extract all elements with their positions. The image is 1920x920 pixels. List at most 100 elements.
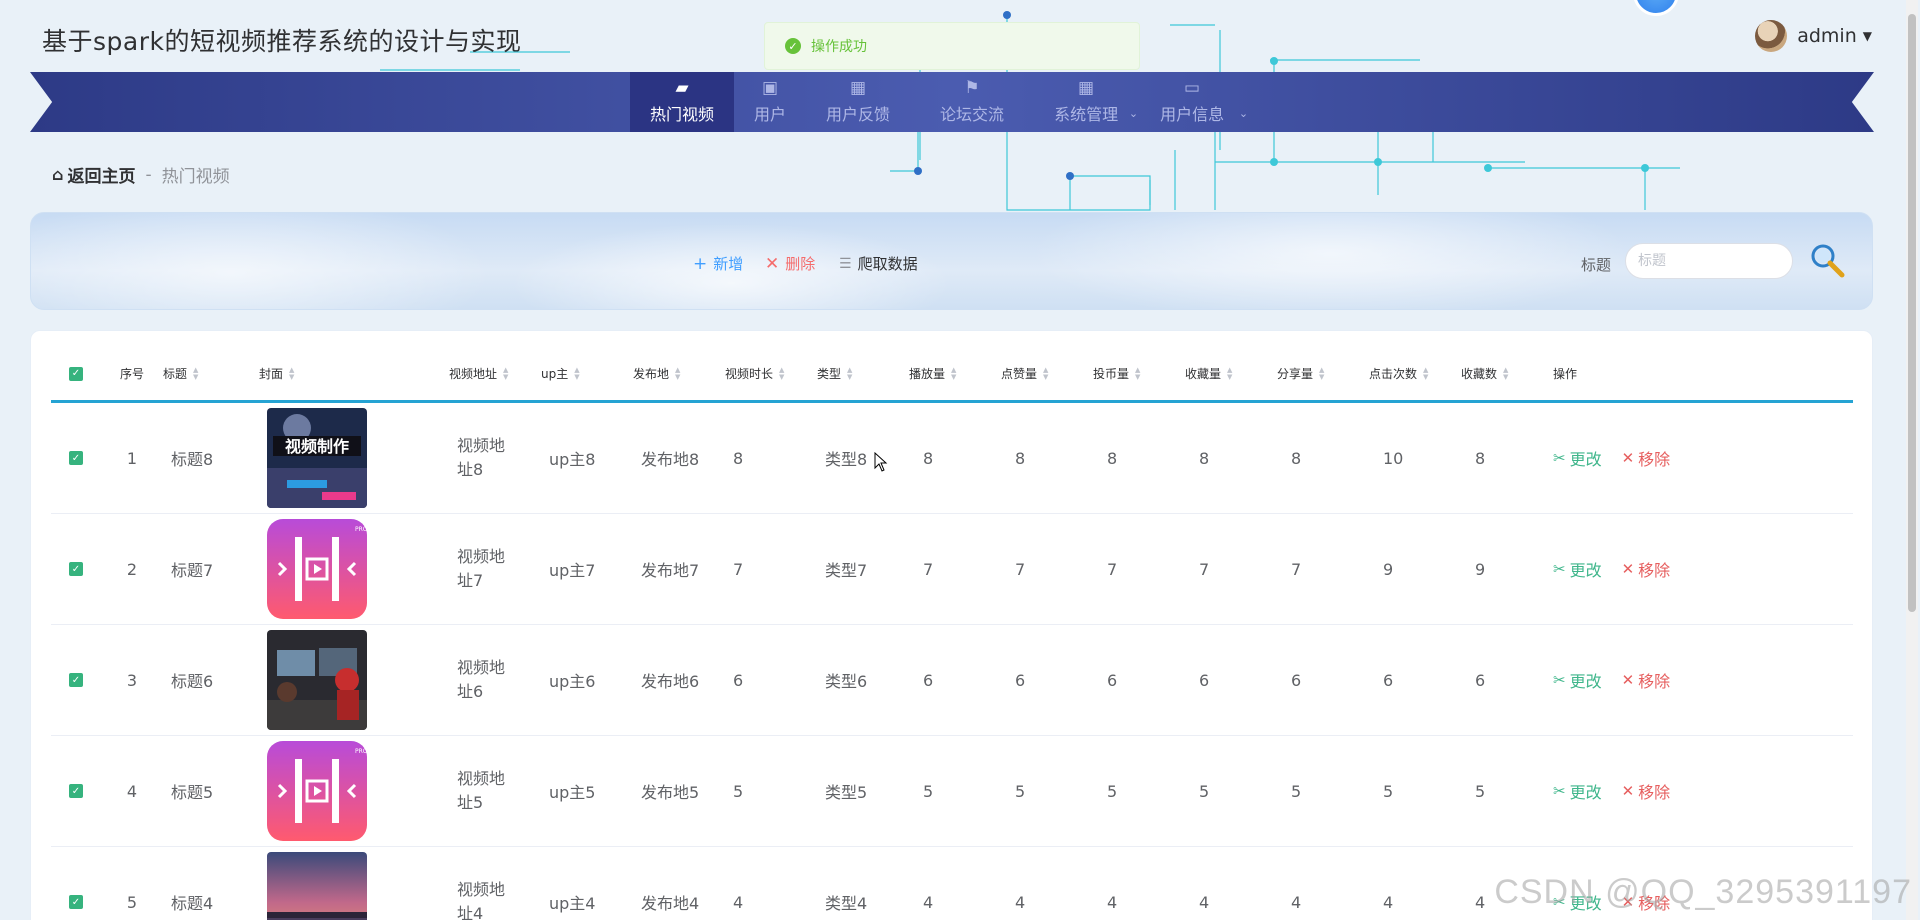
sort-icon: ▲ ▼ <box>1135 365 1141 381</box>
header-location[interactable]: 发布地 ▲ ▼ <box>633 347 725 400</box>
nav-item-feedback[interactable]: ▦ 用户反馈 <box>806 72 910 132</box>
remove-button[interactable]: ✕ 移除 <box>1622 557 1671 581</box>
close-icon: ✕ <box>1621 671 1635 689</box>
row-checkbox[interactable]: ✓ <box>51 403 101 513</box>
crawl-button[interactable]: ☰ 爬取数据 <box>839 253 918 274</box>
pink-app-icon: PRO <box>267 519 367 619</box>
remove-button[interactable]: ✕ 移除 <box>1622 446 1671 470</box>
row-click: 5 <box>1383 781 1394 801</box>
search-icon[interactable] <box>1807 241 1847 281</box>
row-like: 7 <box>1015 559 1026 579</box>
scrollbar-thumb[interactable] <box>1908 14 1916 612</box>
flag-icon: ⚑ <box>964 78 980 98</box>
row-checkbox[interactable]: ✓ <box>51 625 101 735</box>
header-clicks[interactable]: 点击次数 ▲ ▼ <box>1369 347 1461 400</box>
checkbox-checked-icon: ✓ <box>69 673 83 687</box>
user-menu[interactable]: admin ▼ <box>1755 20 1872 52</box>
database-icon: ☰ <box>839 255 852 272</box>
row-coin: 4 <box>1107 892 1118 912</box>
row-duration: 8 <box>733 448 744 468</box>
row-title: 标题5 <box>171 783 214 802</box>
crawl-label: 爬取数据 <box>857 255 918 273</box>
mouse-cursor-icon <box>874 452 888 472</box>
header-type[interactable]: 类型 ▲ ▼ <box>817 347 909 400</box>
row-up: up主8 <box>549 450 596 469</box>
header-url[interactable]: 视频地址 ▲ ▼ <box>449 347 541 400</box>
nav-item-label: 用户 <box>754 105 787 124</box>
edit-icon: ✂ <box>1553 671 1566 689</box>
header-shares[interactable]: 分享量 ▲ ▼ <box>1277 347 1369 400</box>
breadcrumb-separator: - <box>145 164 152 185</box>
row-type: 类型6 <box>825 672 868 691</box>
row-actions: ✂ 更改 ✕ 移除 <box>1553 514 1753 624</box>
home-link[interactable]: ⌂ 返回主页 <box>52 162 135 187</box>
sort-icon: ▲ ▼ <box>1319 365 1325 381</box>
header-plays[interactable]: 播放量 ▲ ▼ <box>909 347 1001 400</box>
sort-icon: ▲ ▼ <box>779 365 785 381</box>
checkbox-checked-icon: ✓ <box>69 562 83 576</box>
scrollbar[interactable] <box>1906 0 1918 920</box>
row-checkbox[interactable]: ✓ <box>51 514 101 624</box>
remove-button[interactable]: ✕ 移除 <box>1622 668 1671 692</box>
nav-item-forum[interactable]: ⚑ 论坛交流 <box>910 72 1034 132</box>
edit-icon: ✂ <box>1553 449 1566 467</box>
sunset-photo <box>267 852 367 920</box>
row-fav: 7 <box>1199 559 1210 579</box>
close-icon: ✕ <box>1621 782 1635 800</box>
header-likes[interactable]: 点赞量 ▲ ▼ <box>1001 347 1093 400</box>
nav-item-user-info[interactable]: ▭ 用户信息 ⌄ <box>1140 72 1250 132</box>
edit-button[interactable]: ✂ 更改 <box>1553 668 1602 692</box>
edit-button[interactable]: ✂ 更改 <box>1553 446 1602 470</box>
grid-icon: ▦ <box>850 78 867 98</box>
sort-icon: ▲ ▼ <box>675 365 681 381</box>
row-click: 10 <box>1383 448 1404 468</box>
row-coin: 5 <box>1107 781 1118 801</box>
table-body: ✓ 1 标题8 视频制作 视频地址8 up主8 发布地8 8 类型8 8 8 8 8 8 10 8 ✂ 更改 ✕ 移除… <box>51 403 1853 920</box>
delete-button[interactable]: ✕ 删除 <box>765 253 815 274</box>
header-fav-count[interactable]: 收藏数 ▲ ▼ <box>1461 347 1553 400</box>
row-location: 发布地4 <box>641 894 700 913</box>
row-index: 3 <box>126 670 138 690</box>
add-button[interactable]: + 新增 <box>693 253 743 274</box>
header-cover[interactable]: 封面 ▲ ▼ <box>259 347 449 400</box>
row-checkbox[interactable]: ✓ <box>51 847 101 920</box>
avatar <box>1755 20 1788 52</box>
row-favcount: 8 <box>1475 448 1486 468</box>
row-type: 类型7 <box>825 561 868 580</box>
nav-item-system[interactable]: ▦ 系统管理 ⌄ <box>1034 72 1140 132</box>
success-toast: ✓ 操作成功 <box>764 22 1140 70</box>
table-card: ✓ 序号 标题 ▲ ▼ 封面 ▲ ▼ 视频地址 ▲ ▼ up主 ▲ ▼ 发布地 ▲ ▼ 视频时长 ▲ ▼… <box>30 330 1873 920</box>
row-up: up主4 <box>549 894 596 913</box>
header-coins[interactable]: 投币量 ▲ ▼ <box>1093 347 1185 400</box>
add-label: 新增 <box>713 255 744 273</box>
header-favorites[interactable]: 收藏量 ▲ ▼ <box>1185 347 1277 400</box>
search-input[interactable] <box>1625 243 1793 279</box>
row-url: 视频地址4 <box>457 880 506 920</box>
row-actions: ✂ 更改 ✕ 移除 <box>1553 625 1753 735</box>
table-row: ✓ 1 标题8 视频制作 视频地址8 up主8 发布地8 8 类型8 8 8 8 8 8 10 8 ✂ 更改 ✕ 移除 <box>51 403 1853 514</box>
row-duration: 4 <box>733 892 744 912</box>
row-cover <box>259 847 449 920</box>
close-icon: ✕ <box>1621 449 1635 467</box>
table-header: ✓ 序号 标题 ▲ ▼ 封面 ▲ ▼ 视频地址 ▲ ▼ up主 ▲ ▼ 发布地 ▲ ▼ 视频时长 ▲ ▼… <box>51 347 1853 403</box>
search-label: 标题 <box>1581 256 1612 274</box>
sort-icon: ▲ ▼ <box>1423 365 1429 381</box>
header-select-all[interactable]: ✓ <box>51 347 101 400</box>
header-duration[interactable]: 视频时长 ▲ ▼ <box>725 347 817 400</box>
edit-button[interactable]: ✂ 更改 <box>1553 557 1602 581</box>
row-checkbox[interactable]: ✓ <box>51 736 101 846</box>
nav-item-users[interactable]: ▣ 用户 <box>734 72 806 132</box>
row-play: 4 <box>923 892 934 912</box>
header-index: 序号 <box>119 367 144 381</box>
edit-button[interactable]: ✂ 更改 <box>1553 779 1602 803</box>
table-row: ✓ 4 标题5 PRO 视频地址5 up主5 发布地5 5 类型5 5 5 5 5 5 5 5 ✂ 更改 ✕ 移除 <box>51 736 1853 847</box>
header-title[interactable]: 标题 ▲ ▼ <box>163 347 259 400</box>
sort-icon: ▲ ▼ <box>574 365 580 381</box>
remove-button[interactable]: ✕ 移除 <box>1622 779 1671 803</box>
header-up[interactable]: up主 ▲ ▼ <box>541 347 633 400</box>
sort-icon: ▲ ▼ <box>1043 365 1049 381</box>
row-favcount: 5 <box>1475 781 1486 801</box>
checkbox-checked-icon: ✓ <box>69 895 83 909</box>
row-coin: 7 <box>1107 559 1118 579</box>
nav-item-hot-videos[interactable]: ▰ 热门视频 <box>630 72 735 132</box>
